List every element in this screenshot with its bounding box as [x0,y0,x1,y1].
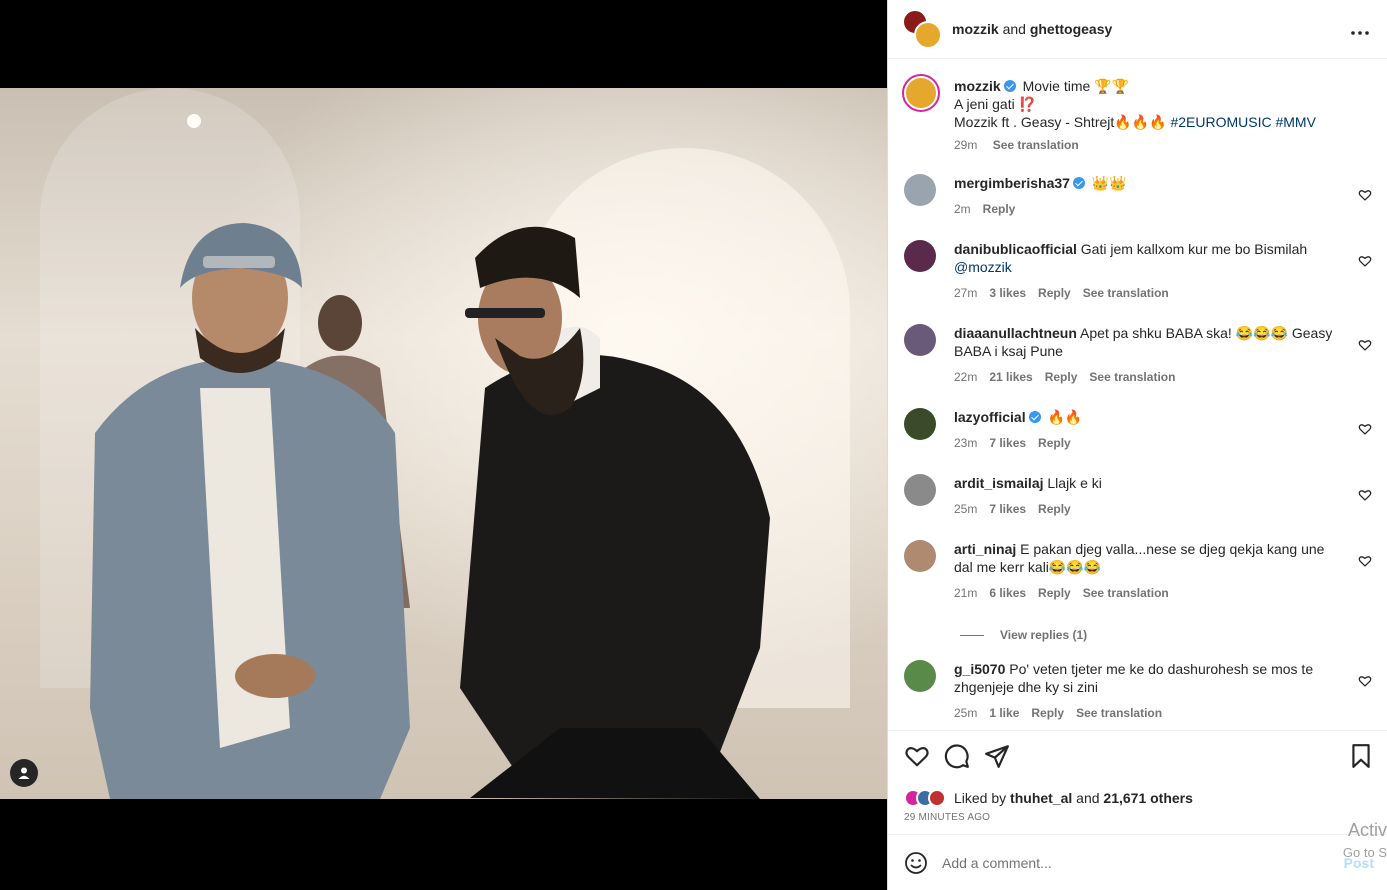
comment-username[interactable]: diaaanullachtneun [954,325,1077,341]
likes-summary: Liked by thuhet_al and 21,671 others [904,789,1193,807]
more-options-button[interactable] [1351,18,1369,41]
avatar[interactable] [904,660,936,692]
comment-username[interactable]: ardit_ismailaj [954,475,1044,491]
post-photo[interactable] [0,88,887,799]
comment-input[interactable] [942,854,1322,871]
comment-time[interactable]: 22m [954,370,977,384]
comment-username[interactable]: lazyofficial [954,409,1026,425]
photo-illustration [0,88,887,799]
header-usernames: mozzik and ghettogeasy [952,21,1112,37]
comment-mention[interactable]: @mozzik [954,259,1012,275]
reply-button[interactable]: Reply [1045,370,1078,384]
likes-user[interactable]: thuhet_al [1010,790,1072,806]
avatar[interactable] [914,21,942,49]
caption-hashtags[interactable]: #2EUROMUSIC #MMV [1170,114,1315,130]
avatar[interactable] [904,324,936,356]
comment-username[interactable]: arti_ninaj [954,541,1016,557]
reply-button[interactable]: Reply [1038,502,1071,516]
comment-time[interactable]: 21m [954,586,977,600]
see-translation-link[interactable]: See translation [993,138,1079,152]
heart-icon[interactable] [1358,554,1372,568]
comment-text: Llajk e ki [1047,475,1102,491]
comment-likes[interactable]: 7 likes [989,436,1026,450]
view-replies-button[interactable]: View replies (1) [960,628,1087,642]
comment-text: Po' veten tjeter me ke do dashurohesh se… [954,661,1314,695]
heart-icon[interactable] [1358,188,1372,202]
avatar[interactable] [904,174,936,206]
reply-button[interactable]: Reply [1038,586,1071,600]
user-tag-button[interactable] [10,759,38,787]
heart-icon[interactable] [1358,422,1372,436]
heart-icon[interactable] [1358,254,1372,268]
avatar[interactable] [904,540,936,572]
comment-text: Gati jem kallxom kur me bo Bismilah [1080,241,1308,257]
header-user1[interactable]: mozzik [952,21,999,37]
comment-time[interactable]: 23m [954,436,977,450]
comment-likes[interactable]: 1 like [989,706,1019,720]
share-icon[interactable] [984,743,1010,769]
comment-likes[interactable]: 6 likes [989,586,1026,600]
avatar[interactable] [904,240,936,272]
comment-username[interactable]: g_i5070 [954,661,1005,677]
comment-icon[interactable] [944,743,970,769]
comment-time[interactable]: 2m [954,202,971,216]
watermark-line2: Go to S [1342,845,1387,860]
comment-likes[interactable]: 7 likes [989,502,1026,516]
avatar[interactable] [902,74,940,112]
add-comment-bar: Post [888,834,1387,890]
post-header: mozzik and ghettogeasy [888,0,1387,59]
emoji-icon[interactable] [904,851,928,875]
heart-icon[interactable] [904,743,930,769]
verified-icon [1003,80,1016,92]
comment-likes[interactable]: 3 likes [989,286,1026,300]
caption-line2: A jeni gati ⁉️ [954,96,1037,112]
comment-username[interactable]: danibublicaofficial [954,241,1077,257]
comment-time[interactable]: 27m [954,286,977,300]
see-translation-link[interactable]: See translation [1076,706,1162,720]
watermark-line1: Activ [1347,820,1387,840]
avatar[interactable] [928,789,946,807]
caption-line1: Movie time 🏆🏆 [1022,78,1130,94]
more-icon [1351,31,1369,35]
collab-avatars[interactable] [902,9,942,49]
heart-icon[interactable] [1358,488,1372,502]
comment-username[interactable]: mergimberisha37 [954,175,1070,191]
see-translation-link[interactable]: See translation [1089,370,1175,384]
comment-text: 👑👑 [1091,175,1127,191]
header-and: and [1002,21,1026,37]
post-media [0,0,887,890]
caption-time[interactable]: 29m [954,138,977,152]
header-user2[interactable]: ghettogeasy [1030,21,1112,37]
comment-time[interactable]: 25m [954,502,977,516]
comments-list[interactable]: mozzik Movie time 🏆🏆 A jeni gati ⁉️ Mozz… [888,60,1387,730]
caption-username[interactable]: mozzik [954,78,1001,94]
likes-others[interactable]: 21,671 others [1103,790,1193,806]
comment-text: 🔥🔥 [1047,409,1083,425]
heart-icon[interactable] [1358,338,1372,352]
avatar[interactable] [904,408,936,440]
action-bar: Liked by thuhet_al and 21,671 others 29 … [888,730,1387,823]
reply-button[interactable]: Reply [1038,286,1071,300]
post-time[interactable]: 29 MINUTES AGO [904,812,990,823]
verified-icon [1028,411,1041,423]
reply-button[interactable]: Reply [1038,436,1071,450]
likes-prefix: Liked by [954,790,1007,806]
likes-and: and [1076,790,1100,806]
reply-button[interactable]: Reply [983,202,1016,216]
post-panel: mozzik and ghettogeasy mozzik Movie time… [887,0,1387,890]
see-translation-link[interactable]: See translation [1083,286,1169,300]
user-tag-icon [18,767,30,779]
heart-icon[interactable] [1358,674,1372,688]
comment-likes[interactable]: 21 likes [989,370,1032,384]
bookmark-icon[interactable] [1348,743,1374,769]
reply-button[interactable]: Reply [1031,706,1064,720]
avatar[interactable] [904,474,936,506]
verified-icon [1072,177,1085,189]
caption-line3: Mozzik ft . Geasy - Shtrejt🔥🔥🔥 [954,114,1171,130]
see-translation-link[interactable]: See translation [1083,586,1169,600]
comment-time[interactable]: 25m [954,706,977,720]
